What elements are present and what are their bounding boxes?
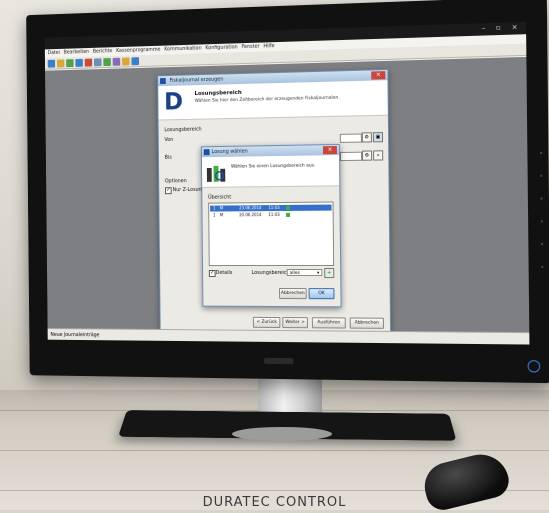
row-index: 1 (213, 212, 216, 218)
bis-field[interactable] (339, 151, 363, 162)
workspace: Fiskaljournal erzeugen × D Losungsbereic… (45, 56, 530, 338)
report-icon[interactable] (93, 57, 102, 66)
overview-label: Übersicht (208, 194, 232, 201)
settings-icon[interactable] (112, 57, 121, 66)
losung-list: 1 M 23.06.2014 11:03 1 M 20.06.2014 11:0… (208, 201, 335, 267)
bis-label: Bis (164, 154, 172, 161)
losung-title: Losung wählen (211, 148, 248, 156)
cash-register-icon (206, 165, 227, 184)
row-time: 11:03 (268, 204, 280, 211)
menu-hilfe[interactable]: Hilfe (263, 42, 275, 51)
wizard-subheading: Wählen Sie hier den Zeitbereich der erze… (194, 95, 340, 104)
status-indicator-icon (286, 205, 290, 210)
list-item[interactable]: 1 M 20.06.2014 11:03 (210, 212, 331, 219)
monitor-side-buttons (540, 151, 544, 277)
row-type: M (219, 212, 224, 218)
back-button[interactable]: < Zurück (252, 316, 281, 329)
close-icon[interactable]: × (322, 146, 337, 155)
dialog-cancel-button[interactable]: Abbrechen (279, 288, 307, 300)
status-bar: Neue Journaleinträge (47, 328, 530, 345)
range-select[interactable]: alles ▾ (286, 269, 323, 277)
range-group-label: Losungsbereich (164, 126, 202, 134)
range-select-value: alles (289, 271, 300, 277)
print-icon[interactable] (75, 58, 83, 67)
wizard-title: Fiskaljournal erzeugen (169, 76, 224, 84)
register-icon[interactable] (103, 57, 111, 66)
status-indicator-icon (286, 212, 291, 217)
app-icon (203, 149, 210, 156)
monitor: – ▫ × Datei Bearbeiten Berichte Kassenpr… (26, 0, 549, 384)
von-label: Von (164, 136, 174, 144)
search-icon[interactable]: ⌕ (373, 150, 384, 161)
row-date: 23.06.2014 (239, 205, 262, 211)
run-button[interactable]: Ausführen (311, 317, 346, 329)
row-index: 1 (212, 205, 216, 211)
ok-button[interactable]: OK (308, 288, 335, 300)
desk-plank-line (0, 450, 549, 451)
monitor-brand-logo (264, 357, 294, 365)
range-label: Losungsbereich (251, 270, 290, 277)
losung-instruction: Wählen Sie einen Losungsbereich aus. (230, 163, 316, 170)
z-losungen-checkbox[interactable]: ✓ (164, 187, 172, 195)
losung-dialog: Losung wählen × Wählen Sie einen Losungs… (200, 143, 342, 308)
close-icon[interactable]: × (371, 71, 386, 80)
product-caption: DURATEC CONTROL (202, 495, 347, 510)
delete-icon[interactable] (84, 58, 93, 67)
list-item[interactable]: 1 M 23.06.2014 11:03 (210, 204, 332, 212)
chevron-down-icon: ▾ (317, 271, 320, 277)
options-label: Optionen (164, 178, 187, 185)
export-icon[interactable] (122, 56, 130, 66)
window-controls[interactable]: – ▫ × (482, 23, 522, 33)
von-field[interactable] (339, 133, 362, 143)
menu-datei[interactable]: Datei (48, 49, 60, 58)
save-icon[interactable] (66, 58, 74, 67)
monitor-stand-ring (232, 427, 332, 441)
add-icon[interactable]: + (324, 267, 335, 279)
losung-header: Wählen Sie einen Losungsbereich aus. (201, 155, 340, 188)
next-button[interactable]: Weiter > (282, 317, 308, 329)
row-date: 20.06.2014 (239, 212, 262, 218)
wizard-heading: Losungsbereich (194, 89, 242, 98)
save-icon[interactable]: ▣ (372, 132, 384, 143)
gear-icon[interactable]: ⚙ (361, 132, 372, 143)
gear-icon[interactable]: ⚙ (361, 150, 373, 161)
app-icon (160, 78, 166, 85)
new-icon[interactable] (47, 59, 56, 68)
row-time: 11:03 (268, 211, 280, 218)
help-icon[interactable] (131, 56, 140, 65)
cancel-button[interactable]: Abbrechen (349, 317, 384, 329)
row-type: M (219, 205, 224, 211)
duratec-logo: D (163, 87, 184, 116)
wizard-dialog: Fiskaljournal erzeugen × D Losungsbereic… (157, 68, 392, 338)
wizard-header: D Losungsbereich Wählen Sie hier den Zei… (158, 80, 388, 121)
details-label: Details (215, 269, 233, 276)
screen: – ▫ × Datei Bearbeiten Berichte Kassenpr… (44, 21, 530, 345)
power-icon[interactable] (527, 360, 541, 373)
status-text: Neue Journaleinträge (50, 331, 100, 339)
open-icon[interactable] (56, 58, 65, 67)
